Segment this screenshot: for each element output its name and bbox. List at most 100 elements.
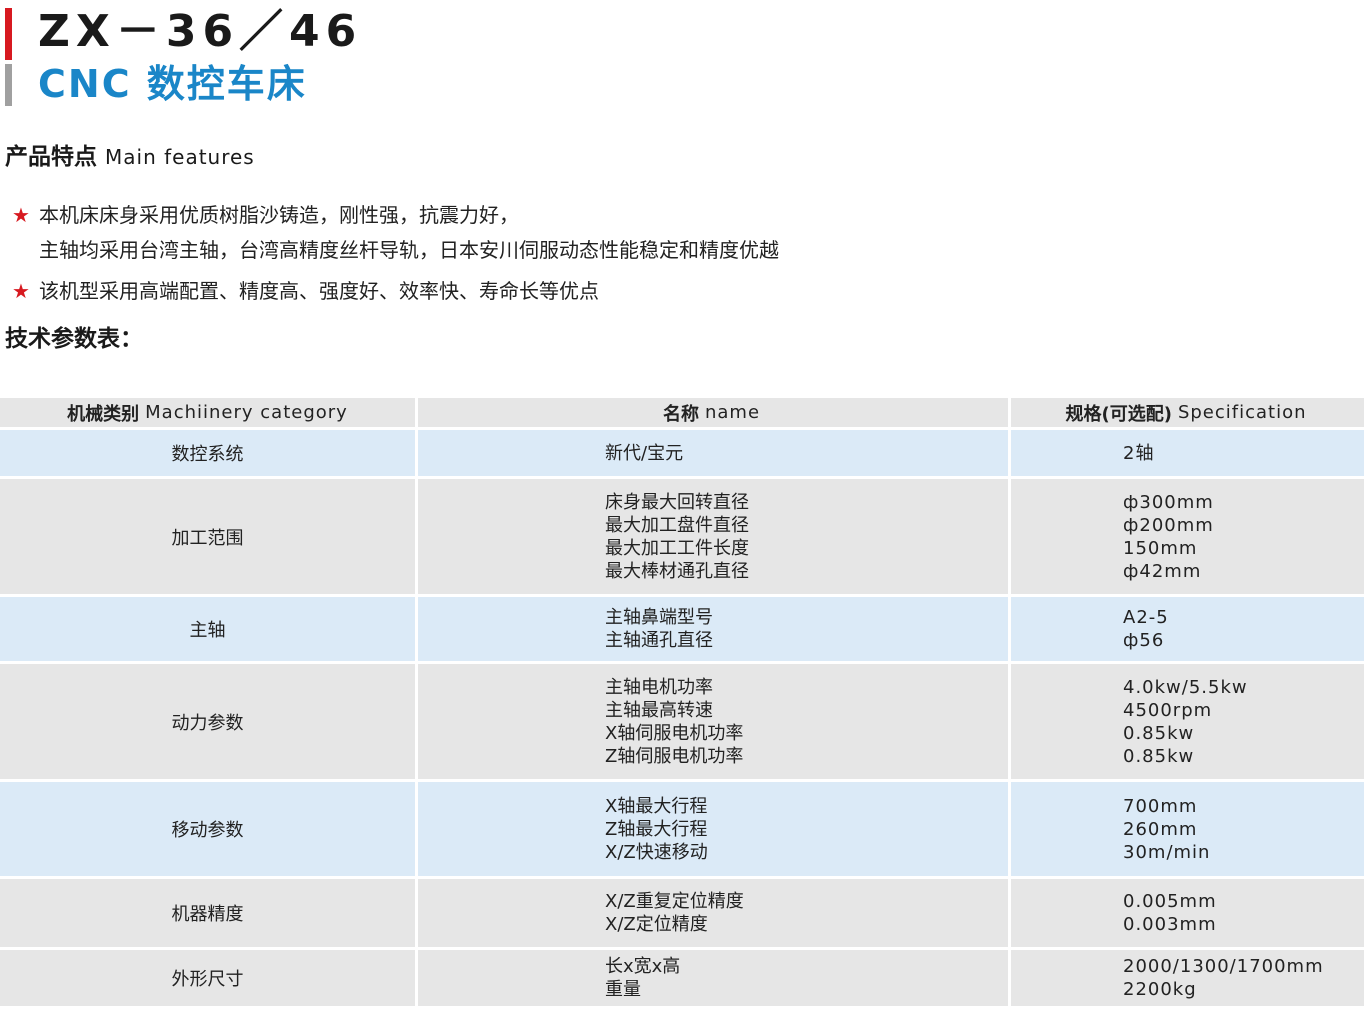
category-cell: 主轴 (189, 620, 226, 641)
spec-cell: A2-5 ф56 (1123, 597, 1363, 661)
table-row: 外形尺寸 长x宽x高 重量 2000/1300/1700mm 2200kg (0, 950, 1364, 1009)
model-title: ZX－36／46 (38, 6, 363, 57)
column-separator (415, 879, 418, 947)
header-spec-cn: 规格(可选配) (1065, 403, 1172, 425)
table-row: 加工范围 床身最大回转直径 最大加工盘件直径 最大加工工件长度 最大棒材通孔直径 ф300… (0, 479, 1364, 597)
page-header: ZX－36／46 CNC 数控车床 (0, 0, 1364, 110)
column-separator (415, 950, 418, 1006)
spec-line: 2200kg (1123, 979, 1197, 1000)
feature-item: ★ 本机床床身采用优质树脂沙铸造，刚性强，抗震力好， 主轴均采用台湾主轴，台湾高精度… (12, 198, 1352, 268)
header-name: 名称 name (415, 398, 1008, 427)
spec-line: 260mm (1123, 818, 1198, 840)
category-cell: 外形尺寸 (171, 969, 244, 990)
spec-line: 0.005mm (1123, 891, 1217, 912)
features-list: ★ 本机床床身采用优质树脂沙铸造，刚性强，抗震力好， 主轴均采用台湾主轴，台湾高精度… (12, 198, 1352, 309)
name-line: 新代/宝元 (605, 442, 684, 464)
header-category-cn: 机械类别 (67, 403, 140, 425)
spec-line: 4.0kw/5.5kw (1123, 676, 1248, 698)
category-cell: 动力参数 (171, 712, 244, 734)
column-separator (415, 430, 418, 476)
name-line: 主轴鼻端型号 (605, 607, 713, 628)
table-row: 数控系统 新代/宝元 2轴 (0, 430, 1364, 479)
name-line: Z轴最大行程 (605, 818, 708, 840)
red-star-icon: ★ (12, 203, 30, 227)
spec-line: A2-5 (1123, 607, 1169, 628)
name-cell: X轴最大行程 Z轴最大行程 X/Z快速移动 (605, 782, 1005, 876)
features-heading: 产品特点 Main features (5, 142, 255, 172)
name-line: 重量 (605, 979, 641, 1000)
spec-line: 0.85kw (1123, 722, 1195, 744)
category-cell: 加工范围 (171, 527, 244, 549)
spec-cell: 2000/1300/1700mm 2200kg (1123, 950, 1363, 1006)
spec-heading-text: 技术参数表： (5, 326, 143, 352)
spec-line: 0.003mm (1123, 914, 1217, 935)
spec-line: 2轴 (1123, 442, 1155, 464)
spec-cell: 0.005mm 0.003mm (1123, 879, 1363, 947)
table-row: 动力参数 主轴电机功率 主轴最高转速 X轴伺服电机功率 Z轴伺服电机功率 4.0kw/5.… (0, 664, 1364, 782)
name-cell: 主轴鼻端型号 主轴通孔直径 (605, 597, 1005, 661)
header-name-en: name (704, 402, 761, 423)
header-category-en: Machiinery category (145, 402, 348, 423)
category-cell: 机器精度 (171, 904, 244, 925)
column-separator (1008, 879, 1011, 947)
product-subtitle: CNC 数控车床 (38, 62, 307, 106)
column-separator (415, 597, 418, 661)
spec-line: 150mm (1123, 537, 1198, 559)
category-cell: 移动参数 (171, 820, 244, 841)
column-separator (415, 664, 418, 779)
feature-item: ★ 该机型采用高端配置、精度高、强度好、效率快、寿命长等优点 (12, 274, 1352, 309)
spec-cell: 700mm 260mm 30m/min (1123, 782, 1363, 876)
features-heading-cn: 产品特点 (5, 144, 97, 170)
spec-line: ф56 (1123, 630, 1165, 651)
spec-line: 2000/1300/1700mm (1123, 956, 1324, 977)
name-line: 主轴通孔直径 (605, 630, 713, 651)
spec-table: 机械类别 Machiinery category 名称 name 规格(可选配) Sp… (0, 398, 1364, 1009)
column-separator (415, 479, 418, 594)
feature-text: 本机床床身采用优质树脂沙铸造，刚性强，抗震力好， (39, 203, 519, 227)
spec-line: ф200mm (1123, 514, 1214, 536)
red-accent-bar (5, 8, 12, 60)
spec-line: ф42mm (1123, 560, 1202, 582)
name-line: 长x宽x高 (605, 956, 681, 977)
feature-text: 该机型采用高端配置、精度高、强度好、效率快、寿命长等优点 (39, 279, 599, 303)
name-line: 床身最大回转直径 (605, 491, 749, 513)
header-spec-en: Specification (1177, 402, 1307, 423)
header-spec: 规格(可选配) Specification (1008, 398, 1364, 427)
spec-line: 0.85kw (1123, 745, 1195, 767)
name-cell: X/Z重复定位精度 X/Z定位精度 (605, 879, 1005, 947)
column-separator (1008, 430, 1011, 476)
name-line: X/Z重复定位精度 (605, 891, 744, 912)
name-cell: 主轴电机功率 主轴最高转速 X轴伺服电机功率 Z轴伺服电机功率 (605, 664, 1005, 779)
spec-line: 30m/min (1123, 841, 1211, 863)
name-cell: 长x宽x高 重量 (605, 950, 1005, 1006)
red-star-icon: ★ (12, 279, 30, 303)
table-row: 机器精度 X/Z重复定位精度 X/Z定位精度 0.005mm 0.003mm (0, 879, 1364, 950)
features-heading-en: Main features (105, 145, 255, 169)
column-separator (1008, 664, 1011, 779)
name-line: 最大加工盘件直径 (605, 514, 749, 536)
gray-accent-bar (5, 64, 12, 106)
name-line: 主轴电机功率 (605, 676, 713, 698)
header-category: 机械类别 Machiinery category (0, 398, 415, 427)
spec-cell: 4.0kw/5.5kw 4500rpm 0.85kw 0.85kw (1123, 664, 1363, 779)
name-line: 最大棒材通孔直径 (605, 560, 749, 582)
column-separator (415, 782, 418, 876)
feature-text: 主轴均采用台湾主轴，台湾高精度丝杆导轨，日本安川伺服动态性能稳定和精度优越 (39, 238, 779, 262)
column-separator (1008, 597, 1011, 661)
category-cell: 数控系统 (171, 444, 244, 465)
spec-line: 4500rpm (1123, 699, 1213, 721)
spec-cell: ф300mm ф200mm 150mm ф42mm (1123, 479, 1363, 594)
spec-heading: 技术参数表： (5, 324, 143, 354)
spec-line: ф300mm (1123, 491, 1214, 513)
name-line: X轴伺服电机功率 (605, 722, 744, 744)
table-row: 主轴 主轴鼻端型号 主轴通孔直径 A2-5 ф56 (0, 597, 1364, 664)
table-header-row: 机械类别 Machiinery category 名称 name 规格(可选配) Sp… (0, 398, 1364, 430)
name-line: Z轴伺服电机功率 (605, 745, 744, 767)
name-line: X/Z定位精度 (605, 914, 708, 935)
name-line: 最大加工工件长度 (605, 537, 749, 559)
name-cell: 新代/宝元 (605, 430, 1005, 476)
name-line: X/Z快速移动 (605, 841, 708, 863)
name-line: 主轴最高转速 (605, 699, 713, 721)
column-separator (1008, 782, 1011, 876)
name-cell: 床身最大回转直径 最大加工盘件直径 最大加工工件长度 最大棒材通孔直径 (605, 479, 1005, 594)
